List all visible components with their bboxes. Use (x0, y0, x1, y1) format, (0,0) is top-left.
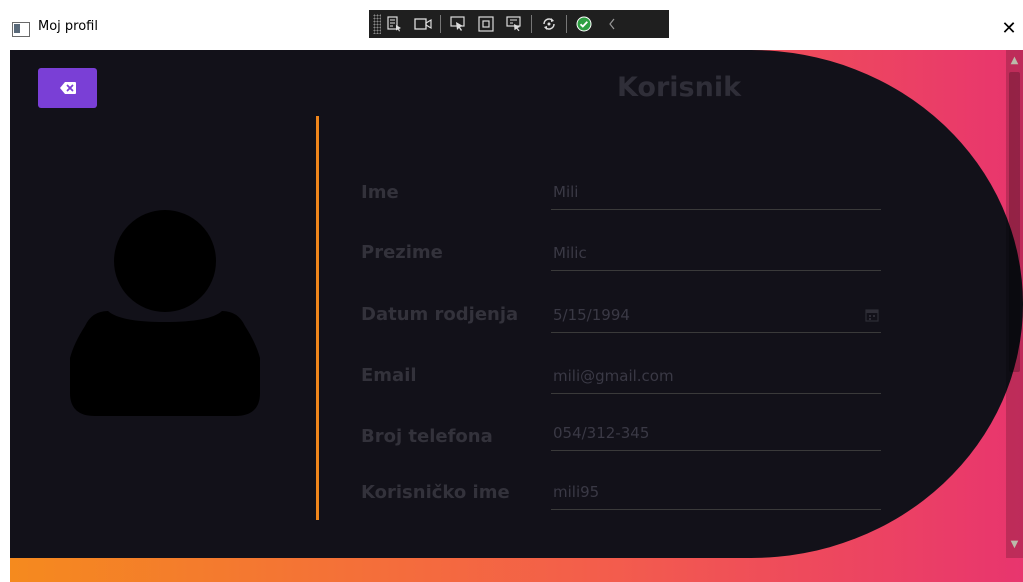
last-name-field[interactable]: Milic (551, 240, 881, 271)
birth-date-picker[interactable]: 5/15/1994 (551, 302, 881, 333)
phone-value: 054/312-345 (553, 424, 650, 442)
vertical-scrollbar[interactable]: ▲ ▼ (1006, 50, 1023, 558)
select-element-icon[interactable] (447, 13, 469, 35)
username-label: Korisničko ime (361, 482, 510, 503)
first-name-label: Ime (361, 182, 399, 203)
window-title: Moj profil (38, 19, 98, 34)
scroll-thumb[interactable] (1009, 72, 1020, 372)
birth-date-label: Datum rodjenja (361, 304, 519, 325)
live-visual-tree-icon[interactable] (384, 13, 406, 35)
username-field[interactable]: mili95 (551, 479, 881, 510)
app-window-icon (12, 22, 30, 37)
title-bar: Moj profil ✕ (0, 0, 1023, 50)
phone-field[interactable]: 054/312-345 (551, 420, 881, 451)
content-area: Korisnik Ime Mili Prezime Milic Datum ro… (10, 50, 1023, 582)
birth-date-value: 5/15/1994 (553, 306, 630, 324)
record-icon[interactable] (412, 13, 434, 35)
last-name-label: Prezime (361, 242, 443, 263)
back-button[interactable] (38, 68, 97, 108)
status-ok-icon[interactable] (573, 13, 595, 35)
user-avatar-icon (70, 210, 260, 416)
toolbar-grip-icon[interactable] (373, 14, 381, 34)
last-name-value: Milic (553, 244, 587, 262)
form-title: Korisnik (616, 72, 742, 103)
collapse-toolbar-icon[interactable] (601, 13, 623, 35)
email-label: Email (361, 365, 417, 386)
display-layout-adorners-icon[interactable] (475, 13, 497, 35)
email-value: mili@gmail.com (553, 367, 674, 385)
username-value: mili95 (553, 483, 600, 501)
debug-toolbar (369, 10, 669, 38)
calendar-icon[interactable] (865, 308, 879, 322)
phone-label: Broj telefona (361, 426, 493, 447)
email-field[interactable]: mili@gmail.com (551, 363, 881, 394)
scroll-down-icon[interactable]: ▼ (1006, 534, 1023, 554)
app-window: Moj profil ✕ Korisnik Ime Mili Prezime M… (0, 0, 1023, 582)
scroll-up-icon[interactable]: ▲ (1006, 50, 1023, 70)
close-button[interactable]: ✕ (998, 14, 1020, 42)
vertical-divider (316, 116, 319, 520)
track-focus-icon[interactable] (503, 13, 525, 35)
first-name-field[interactable]: Mili (551, 179, 881, 210)
backspace-icon (59, 82, 76, 94)
first-name-value: Mili (553, 183, 579, 201)
hot-reload-icon[interactable] (538, 13, 560, 35)
